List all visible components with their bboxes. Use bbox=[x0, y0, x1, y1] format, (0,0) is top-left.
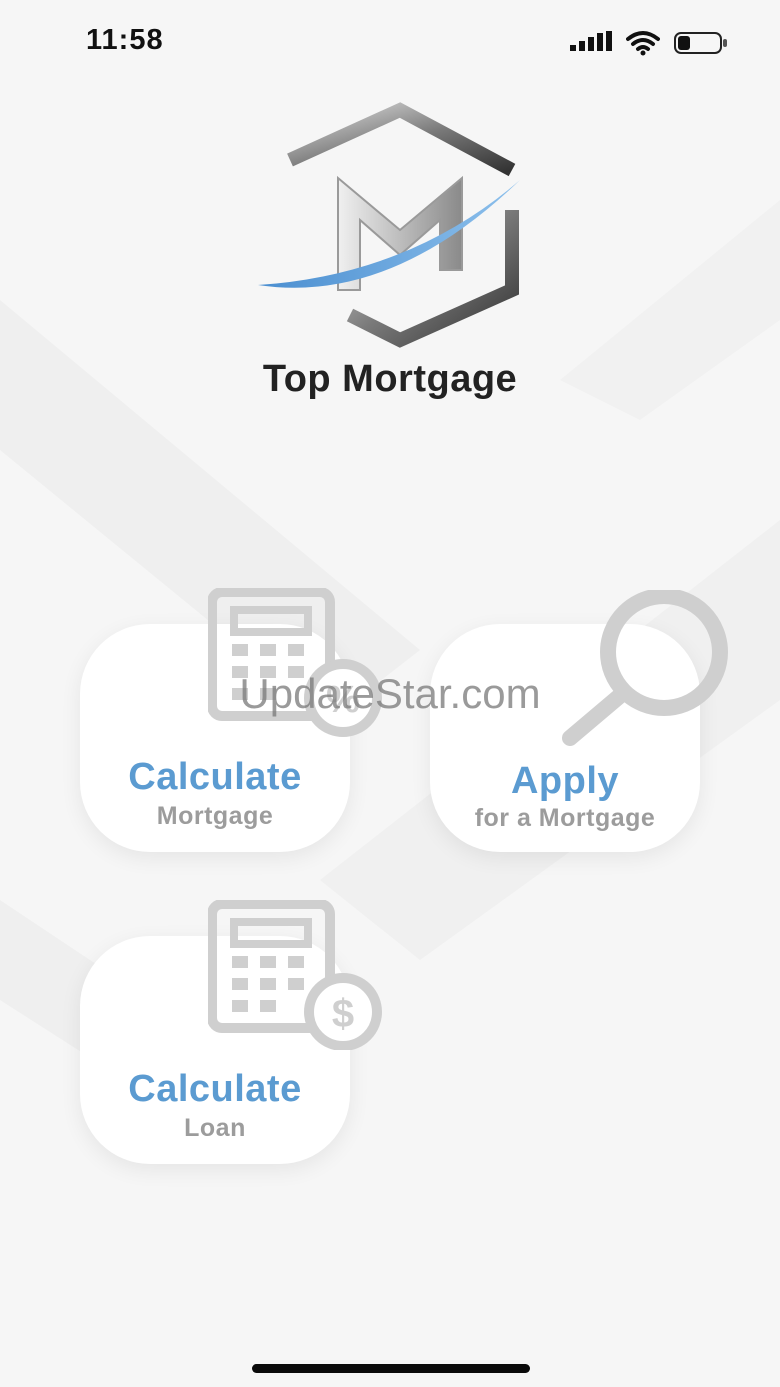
tile-subtitle: Mortgage bbox=[156, 802, 274, 830]
watermark: UpdateStar.com bbox=[239, 670, 541, 717]
tile-title: Apply bbox=[510, 760, 620, 802]
app-logo bbox=[258, 102, 520, 348]
status-time: 11:58 bbox=[86, 24, 164, 56]
tile-title: Calculate bbox=[128, 756, 302, 798]
app-name: Top Mortgage bbox=[262, 358, 518, 400]
calculate-mortgage-button[interactable]: % Calculate Mortgage bbox=[80, 588, 382, 852]
tile-subtitle: for a Mortgage bbox=[474, 804, 656, 832]
apply-mortgage-button[interactable]: Apply for a Mortgage bbox=[430, 590, 728, 852]
cellular-signal-icon bbox=[570, 31, 612, 51]
battery-icon bbox=[674, 32, 727, 54]
tile-title: Calculate bbox=[128, 1068, 302, 1110]
tile-subtitle: Loan bbox=[184, 1114, 246, 1142]
svg-text:$: $ bbox=[332, 992, 354, 1036]
status-icons bbox=[570, 28, 728, 58]
calculate-loan-button[interactable]: $ Calculate Loan bbox=[80, 900, 382, 1164]
wifi-icon bbox=[626, 31, 660, 56]
home-indicator[interactable] bbox=[252, 1364, 530, 1373]
calculator-dollar-icon: $ bbox=[208, 900, 382, 1050]
status-bar: 11:58 bbox=[0, 0, 780, 80]
